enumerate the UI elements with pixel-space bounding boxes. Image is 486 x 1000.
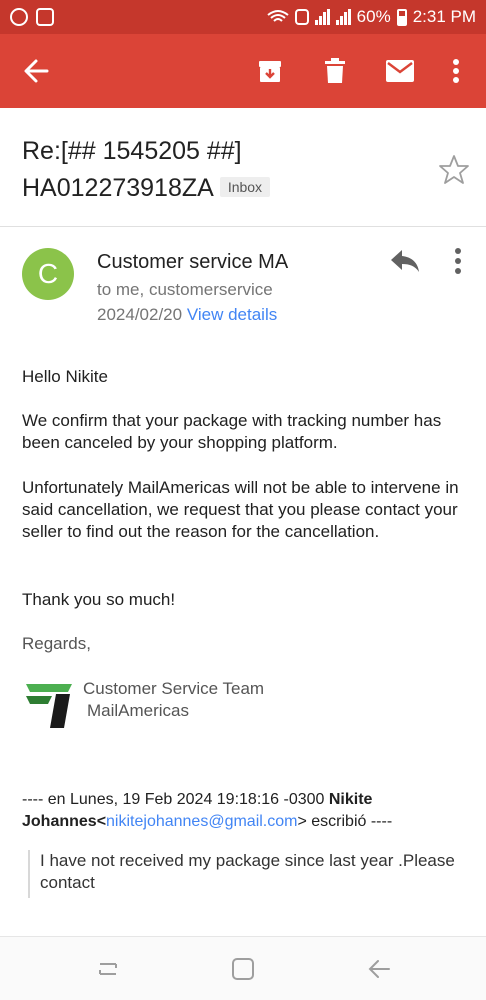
sender-avatar[interactable]: C — [22, 248, 74, 300]
sender-more-icon[interactable] — [448, 246, 468, 276]
body-paragraph-1: We confirm that your package with tracki… — [22, 411, 442, 452]
quote-header: ---- en Lunes, 19 Feb 2024 19:18:16 -030… — [22, 789, 462, 833]
wifi-icon — [267, 10, 289, 22]
inbox-label-badge[interactable]: Inbox — [219, 177, 271, 197]
quote-intro: ---- en Lunes, 19 Feb 2024 19:18:16 -030… — [22, 791, 329, 808]
trash-icon — [325, 58, 345, 83]
sim-icon — [294, 9, 309, 25]
signal-icon — [314, 9, 330, 25]
status-bar: 60% 2:31 PM — [0, 0, 486, 34]
subject-line-2: HA012273918ZA Inbox — [22, 170, 422, 207]
signature-line-1: Customer Service Team — [83, 679, 265, 698]
subject-line-1: Re:[## 1545205 ##] — [22, 137, 242, 165]
star-icon[interactable] — [438, 154, 470, 186]
archive-icon — [259, 61, 281, 82]
battery-icon — [396, 8, 407, 26]
regards: Regards, — [22, 634, 91, 653]
arrow-back-icon — [24, 59, 49, 83]
reply-icon[interactable] — [388, 246, 422, 276]
home-icon[interactable] — [229, 955, 257, 983]
subject-divider — [0, 226, 486, 227]
view-details-link[interactable]: View details — [187, 305, 277, 324]
email-date: 2024/02/20 — [97, 305, 183, 324]
body-paragraph-3: Thank you so much! — [22, 590, 176, 609]
navigation-bar — [0, 936, 486, 1000]
quote-email-link[interactable]: nikitejohannes@gmail.com — [106, 813, 297, 830]
cast-icon — [10, 8, 28, 26]
back-button[interactable] — [18, 53, 54, 89]
sender-name: Customer service MA — [97, 251, 289, 273]
more-options-button[interactable] — [438, 53, 474, 89]
signature-line-2: MailAmericas — [87, 701, 190, 720]
image-icon — [36, 8, 54, 26]
quote-lt: < — [96, 813, 107, 830]
subject-tracking: HA012273918ZA — [22, 174, 214, 202]
recipients: to me, customerservice — [97, 280, 273, 299]
mailamericas-logo-icon — [26, 684, 72, 728]
email-subject: Re:[## 1545205 ##] HA012273918ZA Inbox — [22, 133, 422, 207]
clock: 2:31 PM — [412, 7, 476, 26]
nav-back-icon[interactable] — [365, 955, 393, 983]
delete-button[interactable] — [317, 53, 353, 89]
recents-icon[interactable] — [94, 955, 122, 983]
quote-gt: > — [297, 813, 307, 830]
mail-icon — [386, 60, 414, 82]
quote-suffix: escribió ---- — [306, 813, 393, 830]
battery-percent: 60% — [356, 7, 391, 26]
archive-button[interactable] — [252, 53, 288, 89]
more-vert-icon — [453, 59, 459, 83]
mark-unread-button[interactable] — [382, 53, 418, 89]
toolbar — [0, 34, 486, 108]
signal-icon-2 — [335, 9, 351, 25]
body-paragraph-2: Unfortunately MailAmericas will not be a… — [22, 478, 459, 541]
quoted-text: I have not received my package since las… — [40, 851, 455, 892]
signature: Customer Service Team MailAmericas — [83, 678, 264, 722]
quote-bar — [28, 850, 30, 898]
greeting: Hello Nikite — [22, 367, 108, 386]
date-line: 2024/02/20 View details — [97, 305, 277, 325]
